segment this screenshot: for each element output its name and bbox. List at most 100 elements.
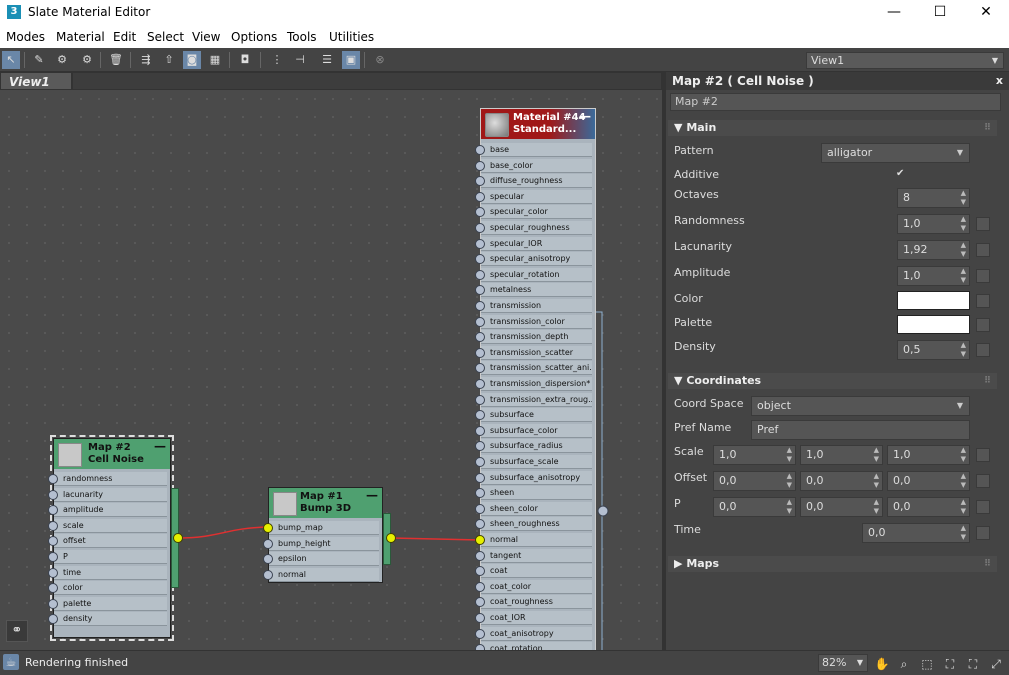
zoom-region-icon[interactable]: ⬚ [919, 656, 935, 672]
input-port[interactable] [475, 613, 485, 623]
slot-base-color[interactable]: base_color [481, 158, 592, 173]
slot-coat[interactable]: coat [481, 564, 592, 579]
material-node[interactable]: Material #44 Standard... — base base_color… [475, 108, 596, 650]
material-header[interactable]: Material #44 Standard... — [481, 109, 595, 139]
slot-bump-height[interactable]: bump_height [269, 536, 379, 551]
minimize-node-icon[interactable]: — [366, 489, 378, 501]
input-port[interactable] [48, 567, 58, 578]
amplitude-map-button[interactable] [976, 269, 990, 283]
minimize-node-icon[interactable]: — [579, 110, 591, 122]
zoom-extents-icon[interactable]: ⛶ [942, 656, 958, 672]
offset-z-spinner[interactable]: 0,0 ▲ ▼ [887, 471, 970, 491]
spinner-arrows-icon[interactable]: ▲ ▼ [787, 446, 792, 464]
render-teapot-icon[interactable]: ☕ [3, 654, 19, 670]
slot-metalness[interactable]: metalness [481, 283, 592, 298]
slot-coat-roughness[interactable]: coat_roughness [481, 595, 592, 610]
slot-sheen[interactable]: sheen [481, 486, 592, 501]
maps-rollout-header[interactable]: ▶ Maps ⠿ [668, 556, 997, 572]
slot-transmission-extra-roug[interactable]: transmission_extra_roug... [481, 392, 592, 407]
slot-p[interactable]: P [54, 550, 167, 564]
material-output-port[interactable] [597, 505, 609, 517]
move-children-icon[interactable]: ⇶ [137, 51, 155, 69]
spinner-arrows-icon[interactable]: ▲ ▼ [961, 498, 966, 516]
slot-specular-color[interactable]: specular_color [481, 205, 592, 220]
zoom-dropdown[interactable]: 82% ▼ [818, 654, 868, 672]
layout-children-icon[interactable]: ⊣ [291, 51, 309, 69]
lacunarity-spinner[interactable]: 1,92 ▲ ▼ [897, 240, 970, 260]
input-port[interactable] [48, 552, 58, 562]
input-port[interactable] [475, 145, 485, 155]
input-port[interactable] [475, 379, 485, 389]
material-to-view-icon[interactable]: ▣ [342, 51, 360, 69]
input-port[interactable] [475, 160, 485, 171]
spinner-arrows-icon[interactable]: ▲ ▼ [961, 524, 966, 542]
bump3d-header[interactable]: Map #1 Bump 3D — [269, 488, 382, 518]
bump3d-node[interactable]: Map #1 Bump 3D — bump_map bump_height epsil… [263, 487, 383, 583]
slot-base[interactable]: base [481, 143, 592, 157]
slot-subsurface-color[interactable]: subsurface_color [481, 423, 592, 438]
panel-close-button[interactable]: x [996, 72, 1003, 90]
additive-checkbox[interactable]: ✔ [896, 168, 904, 179]
slot-normal[interactable]: normal [481, 533, 592, 547]
view-select[interactable]: View1 ▼ [806, 52, 1004, 69]
menu-select[interactable]: Select [147, 30, 184, 44]
color-map-button[interactable] [976, 294, 990, 308]
slot-randomness[interactable]: randomness [54, 472, 167, 486]
menu-view[interactable]: View [192, 30, 220, 44]
slot-density[interactable]: density [54, 612, 167, 627]
lacunarity-map-button[interactable] [976, 243, 990, 257]
slot-specular-ior[interactable]: specular_IOR [481, 236, 592, 251]
slot-sheen-color[interactable]: sheen_color [481, 501, 592, 516]
slot-coat-color[interactable]: coat_color [481, 579, 592, 594]
slot-palette[interactable]: palette [54, 596, 167, 611]
slot-transmission-depth[interactable]: transmission_depth [481, 330, 592, 345]
spinner-arrows-icon[interactable]: ▲ ▼ [961, 189, 966, 207]
node-canvas[interactable]: Map #2 Cell Noise — randomness lacunarity a… [0, 90, 662, 650]
slot-subsurface-scale[interactable]: subsurface_scale [481, 455, 592, 469]
minimize-button[interactable]: — [871, 0, 917, 26]
slot-subsurface[interactable]: subsurface [481, 408, 592, 423]
time-map-button[interactable] [976, 526, 990, 540]
zoom-fit-icon[interactable]: ⤢ [988, 656, 1004, 672]
slot-color[interactable]: color [54, 581, 167, 596]
input-port[interactable] [475, 535, 485, 545]
show-map-viewport-icon[interactable]: ◙ [183, 51, 201, 69]
slot-subsurface-anisotropy[interactable]: subsurface_anisotropy [481, 470, 592, 485]
slot-specular[interactable]: specular [481, 189, 592, 204]
pattern-dropdown[interactable]: alligator ▼ [821, 143, 970, 163]
input-port[interactable] [263, 523, 273, 533]
slot-offset[interactable]: offset [54, 534, 167, 549]
input-port[interactable] [475, 301, 485, 311]
slot-epsilon[interactable]: epsilon [269, 552, 379, 567]
cell-noise-header[interactable]: Map #2 Cell Noise — [54, 439, 170, 469]
navigator-icon[interactable]: ⊗ [371, 51, 389, 69]
close-button[interactable]: ✕ [963, 0, 1009, 26]
p-x-spinner[interactable]: 0,0 ▲ ▼ [713, 497, 796, 517]
spinner-arrows-icon[interactable]: ▲ ▼ [874, 498, 879, 516]
spinner-arrows-icon[interactable]: ▲ ▼ [787, 498, 792, 516]
spinner-arrows-icon[interactable]: ▲ ▼ [787, 472, 792, 490]
slot-specular-rotation[interactable]: specular_rotation [481, 267, 592, 282]
menu-modes[interactable]: Modes [6, 30, 45, 44]
slot-specular-roughness[interactable]: specular_roughness [481, 221, 592, 235]
layout-icon[interactable]: ⇧ [160, 51, 178, 69]
slot-diffuse-roughness[interactable]: diffuse_roughness [481, 174, 592, 189]
spinner-arrows-icon[interactable]: ▲ ▼ [961, 267, 966, 285]
input-port[interactable] [475, 394, 485, 405]
layout-all-icon[interactable]: ⋮ [268, 51, 286, 69]
input-port[interactable] [475, 238, 485, 249]
slot-specular-anisotropy[interactable]: specular_anisotropy [481, 252, 592, 267]
input-port[interactable] [48, 598, 58, 609]
spinner-arrows-icon[interactable]: ▲ ▼ [961, 241, 966, 259]
palette-swatch[interactable] [897, 315, 970, 334]
scale-z-spinner[interactable]: 1,0 ▲ ▼ [887, 445, 970, 465]
time-spinner[interactable]: 0,0 ▲ ▼ [862, 523, 970, 543]
cell-noise-output-port[interactable] [173, 533, 183, 543]
eyedropper-icon[interactable]: ✎ [30, 51, 48, 69]
put-to-scene-icon[interactable]: ⚙ [78, 51, 96, 69]
slot-amplitude[interactable]: amplitude [54, 503, 167, 518]
pan-hand-icon[interactable]: ✋ [874, 656, 890, 672]
input-port[interactable] [475, 472, 485, 483]
color-swatch[interactable] [897, 291, 970, 310]
slot-coat-anisotropy[interactable]: coat_anisotropy [481, 626, 592, 641]
